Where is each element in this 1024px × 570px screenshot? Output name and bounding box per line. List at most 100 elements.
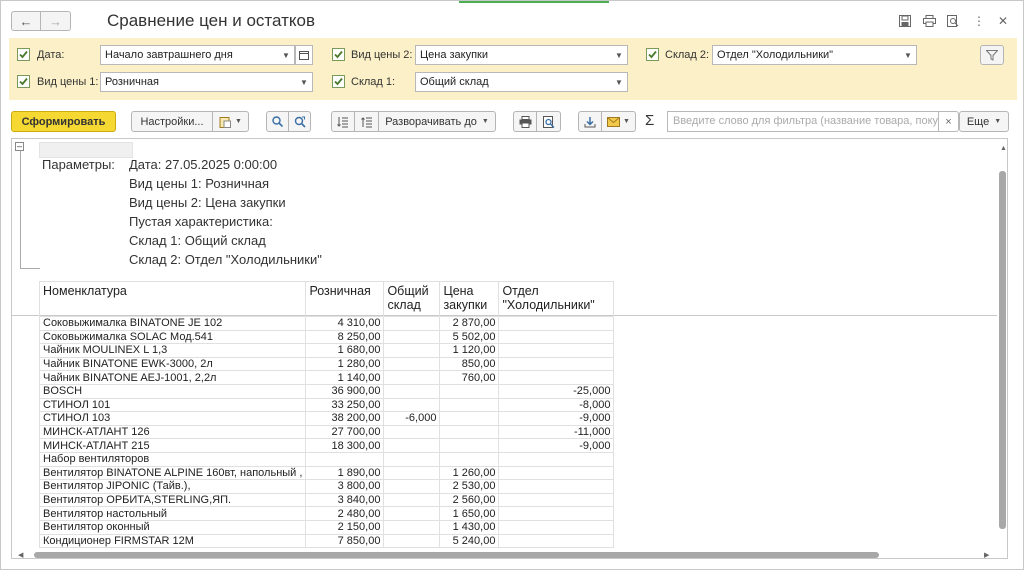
cell-nomenclature[interactable]: BOSCH	[38, 383, 307, 399]
more-button[interactable]: Еще ▼	[959, 111, 1009, 132]
cell-value[interactable]	[439, 438, 500, 453]
cell-value[interactable]: 2 870,00	[439, 316, 500, 331]
date-checkbox[interactable]	[17, 48, 30, 61]
cell-value[interactable]: 3 840,00	[305, 492, 385, 508]
sigma-icon[interactable]: Σ	[645, 112, 654, 129]
settings-button[interactable]: Настройки...	[131, 111, 213, 132]
save-to-file-button[interactable]	[578, 111, 602, 132]
cell-value[interactable]: 2 150,00	[305, 519, 385, 535]
cell-value[interactable]	[383, 397, 441, 413]
warehouse-1-field[interactable]: Общий склад ▼	[415, 72, 628, 92]
vertical-scrollbar[interactable]: ▲	[997, 139, 1007, 549]
table-row[interactable]: Соковыжималка BINATONE JE 102 4 310,00 2 8…	[38, 316, 615, 331]
cell-value[interactable]: 7 850,00	[305, 533, 385, 549]
table-row[interactable]: Вентилятор оконный 2 150,00 1 430,00	[38, 519, 615, 535]
cell-value[interactable]	[498, 465, 615, 481]
table-row[interactable]: СТИНОЛ 101 33 250,00 -8,000	[38, 397, 615, 413]
collapse-groups-button[interactable]	[331, 111, 355, 132]
cell-value[interactable]: 1 430,00	[439, 519, 500, 535]
table-row[interactable]: Кондиционер FIRMSTAR 12М 7 850,00 5 240,00	[38, 533, 615, 549]
cell-value[interactable]	[439, 411, 500, 426]
table-row[interactable]: Набор вентиляторов	[38, 451, 615, 467]
cell-value[interactable]	[383, 438, 441, 453]
cell-value[interactable]	[498, 370, 615, 385]
cell-value[interactable]	[498, 343, 615, 358]
horizontal-scrollbar[interactable]: ◀ ▶	[12, 549, 997, 558]
cell-value[interactable]	[383, 479, 441, 494]
cell-value[interactable]: 1 680,00	[305, 343, 385, 358]
generate-button[interactable]: Сформировать	[11, 111, 116, 132]
cell-value[interactable]: 36 900,00	[305, 383, 385, 399]
cell-value[interactable]: -9,000	[498, 411, 615, 426]
cell-value[interactable]	[383, 519, 441, 535]
cell-value[interactable]	[498, 519, 615, 535]
chevron-down-icon[interactable]: ▼	[611, 73, 627, 91]
cell-value[interactable]: 38 200,00	[305, 411, 385, 426]
forward-button[interactable]: →	[41, 11, 71, 31]
cell-nomenclature[interactable]: МИНСК-АТЛАНТ 215	[38, 438, 307, 453]
cell-value[interactable]: 2 480,00	[305, 506, 385, 521]
collapse-group-icon[interactable]: –	[15, 142, 24, 151]
chevron-down-icon[interactable]: ▼	[278, 46, 294, 64]
cell-value[interactable]: -25,000	[498, 383, 615, 399]
table-row[interactable]: Чайник MOULINEX L 1,3 1 680,00 1 120,00	[38, 343, 615, 358]
price-type-1-field[interactable]: Розничная ▼	[100, 72, 313, 92]
table-row[interactable]: Вентилятор BINATONE ALPINE 160вт, наполь…	[38, 465, 615, 481]
table-row[interactable]: Вентилятор ОРБИТА,STERLING,ЯП. 3 840,00 2 …	[38, 492, 615, 508]
cell-value[interactable]: -8,000	[498, 397, 615, 413]
cell-nomenclature[interactable]: Вентилятор BINATONE ALPINE 160вт, наполь…	[38, 465, 307, 481]
cell-value[interactable]: 18 300,00	[305, 438, 385, 453]
cell-value[interactable]: -9,000	[498, 438, 615, 453]
calendar-button[interactable]	[295, 45, 313, 65]
price-type-2-field[interactable]: Цена закупки ▼	[415, 45, 628, 65]
cell-value[interactable]: 2 530,00	[439, 479, 500, 494]
cell-value[interactable]: 3 800,00	[305, 479, 385, 494]
table-row[interactable]: СТИНОЛ 103 38 200,00 -6,000 -9,000	[38, 411, 615, 426]
table-row[interactable]: Чайник BINATONE EWK-3000, 2л 1 280,00 850,…	[38, 356, 615, 372]
cell-nomenclature[interactable]: Соковыжималка BINATONE JE 102	[38, 316, 307, 331]
cell-nomenclature[interactable]: Кондиционер FIRMSTAR 12М	[38, 533, 307, 549]
filter-settings-button[interactable]	[980, 45, 1004, 65]
price-type-1-checkbox[interactable]	[17, 75, 30, 88]
back-button[interactable]: ←	[11, 11, 41, 31]
cell-nomenclature[interactable]: Соковыжималка SOLAC Мод.541	[38, 329, 307, 345]
chevron-down-icon[interactable]: ▼	[900, 46, 916, 64]
cell-value[interactable]	[498, 492, 615, 508]
find-button[interactable]	[266, 111, 289, 132]
cell-nomenclature[interactable]: Чайник MOULINEX L 1,3	[38, 343, 307, 358]
report-spreadsheet[interactable]: – Параметры: Дата: 27.05.2025 0:00:00 Ви…	[11, 138, 1008, 559]
cell-value[interactable]: 760,00	[439, 370, 500, 385]
cell-nomenclature[interactable]: Вентилятор JIPONIC (Тайв.),	[38, 479, 307, 494]
cell-value[interactable]	[439, 397, 500, 413]
cell-value[interactable]	[383, 492, 441, 508]
warehouse-2-field[interactable]: Отдел "Холодильники" ▼	[712, 45, 917, 65]
table-row[interactable]: МИНСК-АТЛАНТ 215 18 300,00 -9,000	[38, 438, 615, 453]
cell-value[interactable]	[498, 316, 615, 331]
variants-button[interactable]: ▼	[213, 111, 249, 132]
scroll-up-icon[interactable]: ▲	[1000, 145, 1007, 152]
chevron-down-icon[interactable]: ▼	[611, 46, 627, 64]
preview-icon[interactable]	[945, 13, 961, 29]
cell-value[interactable]	[439, 383, 500, 399]
search-input[interactable]: Введите слово для фильтра (название това…	[667, 111, 939, 132]
cell-value[interactable]: 1 890,00	[305, 465, 385, 481]
cell-nomenclature[interactable]: МИНСК-АТЛАНТ 126	[38, 424, 307, 440]
table-row[interactable]: Соковыжималка SOLAC Мод.541 8 250,00 5 502…	[38, 329, 615, 345]
cell-value[interactable]	[383, 356, 441, 372]
cell-value[interactable]	[498, 356, 615, 372]
cell-value[interactable]	[383, 316, 441, 331]
cell-nomenclature[interactable]: Чайник BINATONE AEJ-1001, 2,2л	[38, 370, 307, 385]
expand-groups-button[interactable]	[355, 111, 379, 132]
cell-nomenclature[interactable]: Набор вентиляторов	[38, 451, 307, 467]
cell-value[interactable]: 1 120,00	[439, 343, 500, 358]
print-preview-button[interactable]	[537, 111, 561, 132]
price-type-2-checkbox[interactable]	[332, 48, 345, 61]
cell-value[interactable]	[439, 424, 500, 440]
cell-value[interactable]	[383, 465, 441, 481]
find-next-button[interactable]	[289, 111, 311, 132]
print-icon[interactable]	[921, 13, 937, 29]
cell-value[interactable]: 5 240,00	[439, 533, 500, 549]
cell-value[interactable]	[383, 506, 441, 521]
vertical-scroll-thumb[interactable]	[999, 171, 1006, 529]
cell-nomenclature[interactable]: СТИНОЛ 101	[38, 397, 307, 413]
